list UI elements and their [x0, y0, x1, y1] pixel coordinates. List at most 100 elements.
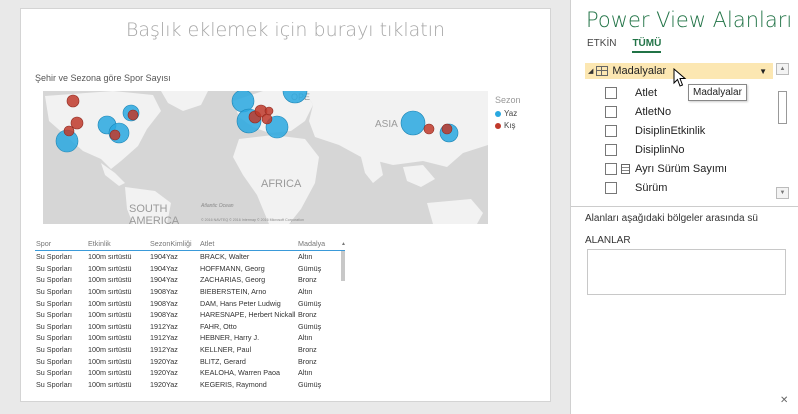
- map-bubble-summer[interactable]: [400, 110, 426, 136]
- table-row[interactable]: Su Sporları 100m sırtüstü 1920Yaz KEGERIS, …: [35, 379, 345, 391]
- map-bubble-winter[interactable]: [66, 94, 80, 108]
- map-bubble-winter[interactable]: [127, 109, 139, 121]
- map-visual[interactable]: OPE ASIA AFRICA SOUTH AMERICA Atlantic O…: [43, 91, 488, 224]
- legend-item-summer[interactable]: Yaz: [495, 109, 521, 118]
- map-label-south-america-1: SOUTH: [129, 203, 168, 215]
- field-checkbox[interactable]: [605, 181, 617, 194]
- map-bubble-winter[interactable]: [63, 125, 75, 137]
- cell-athlete: BLITZ, Gerard: [200, 356, 246, 366]
- legend-title: Sezon: [495, 95, 521, 105]
- cell-medal: Gümüş: [298, 379, 322, 389]
- cell-sport: Su Sporları: [36, 379, 72, 389]
- cell-sport: Su Sporları: [36, 333, 72, 343]
- field-checkbox[interactable]: [605, 105, 617, 118]
- map-bubble-winter[interactable]: [261, 113, 273, 125]
- cell-season-id: 1904Yaz: [150, 275, 178, 285]
- cell-event: 100m sırtüstü: [88, 310, 132, 320]
- cell-season-id: 1908Yaz: [150, 298, 178, 308]
- table-dropdown-icon[interactable]: ▼: [759, 67, 767, 76]
- map-bubble-winter[interactable]: [109, 129, 121, 141]
- table-scrollbar[interactable]: ▲: [341, 241, 346, 405]
- field-item[interactable]: Ayrı Sürüm Sayımı: [605, 159, 773, 178]
- cell-season-id: 1920Yaz: [150, 356, 178, 366]
- column-header-season-id[interactable]: SezonKimliği: [150, 239, 200, 248]
- calculator-icon: [621, 163, 630, 174]
- field-label: Sezon Kimliği: [635, 201, 702, 202]
- field-checkbox[interactable]: [605, 86, 617, 99]
- column-header-medal[interactable]: Madalya: [298, 239, 338, 248]
- scroll-down-button[interactable]: ▼: [776, 187, 789, 199]
- map-copyright: © 2016 NAVTEQ © 2016 Intermap © 2016 Mic…: [201, 218, 304, 222]
- cell-season-id: 1904Yaz: [150, 263, 178, 273]
- map-label-asia: ASIA: [375, 119, 398, 130]
- map-label-ocean: Atlantic Ocean: [200, 203, 234, 209]
- map-bubble-winter[interactable]: [264, 106, 274, 116]
- cell-event: 100m sırtüstü: [88, 287, 132, 297]
- cell-medal: Bronz: [298, 275, 317, 285]
- map-label-south-america-2: AMERICA: [129, 215, 180, 224]
- field-tooltip: Madalyalar: [688, 84, 747, 101]
- cell-sport: Su Sporları: [36, 356, 72, 366]
- field-list-panel: Power View Alanları ETKİN TÜMÜ ◢ Madalya…: [570, 0, 798, 414]
- table-scroll-thumb[interactable]: [341, 251, 345, 281]
- field-list-scrollbar[interactable]: ▲ ▼: [776, 63, 790, 203]
- cell-athlete: FAHR, Otto: [200, 321, 237, 331]
- field-item[interactable]: Sezon Kimliği: [605, 197, 773, 201]
- table-row[interactable]: Su Sporları 100m sırtüstü 1904Yaz BRACK, Wa…: [35, 251, 345, 263]
- close-icon[interactable]: ✕: [780, 395, 788, 406]
- fields-drop-zone[interactable]: [587, 249, 786, 295]
- field-checkbox[interactable]: [605, 143, 617, 156]
- column-header-sport[interactable]: Spor: [35, 239, 88, 248]
- legend-item-winter[interactable]: Kış: [495, 121, 521, 130]
- collapse-triangle-icon[interactable]: ◢: [588, 67, 593, 75]
- table-row[interactable]: Su Sporları 100m sırtüstü 1904Yaz ZACHARIAS…: [35, 274, 345, 286]
- world-map: OPE ASIA AFRICA SOUTH AMERICA Atlantic O…: [43, 91, 488, 224]
- scroll-up-button[interactable]: ▲: [776, 63, 789, 75]
- cell-athlete: HEBNER, Harry J.: [200, 333, 260, 343]
- tab-all-fields[interactable]: TÜMÜ: [632, 38, 662, 53]
- field-label: Sürüm: [635, 181, 668, 194]
- map-title: Şehir ve Sezona göre Spor Sayısı: [35, 73, 171, 83]
- field-checkbox[interactable]: [605, 162, 617, 175]
- cell-athlete: ZACHARIAS, Georg: [200, 275, 266, 285]
- table-row[interactable]: Su Sporları 100m sırtüstü 1912Yaz KELLNER, …: [35, 344, 345, 356]
- column-header-athlete[interactable]: Atlet: [200, 239, 298, 248]
- field-checkbox[interactable]: [605, 200, 617, 201]
- scroll-up-icon[interactable]: ▲: [341, 241, 346, 247]
- table-row[interactable]: Su Sporları 100m sırtüstü 1908Yaz DAM, Hans…: [35, 297, 345, 309]
- map-legend: Sezon Yaz Kış: [495, 95, 521, 133]
- field-item[interactable]: AtletNo: [605, 102, 773, 121]
- cell-medal: Bronz: [298, 345, 317, 355]
- cell-sport: Su Sporları: [36, 321, 72, 331]
- field-item[interactable]: Sürüm: [605, 178, 773, 197]
- cell-sport: Su Sporları: [36, 263, 72, 273]
- title-placeholder[interactable]: Başlık eklemek için burayı tıklatın: [21, 19, 550, 41]
- cell-season-id: 1908Yaz: [150, 287, 178, 297]
- table-row[interactable]: Su Sporları 100m sırtüstü 1920Yaz BLITZ, Ge…: [35, 355, 345, 367]
- cell-season-id: 1912Yaz: [150, 345, 178, 355]
- cell-medal: Altın: [298, 252, 313, 262]
- field-item[interactable]: DisiplinNo: [605, 140, 773, 159]
- map-bubble-winter[interactable]: [423, 123, 435, 135]
- table-row[interactable]: Su Sporları 100m sırtüstü 1908Yaz BIEBERSTE…: [35, 286, 345, 298]
- medal-table[interactable]: Spor Etkinlik SezonKimliği Atlet Madalya…: [35, 239, 345, 405]
- legend-dot-winter: [495, 122, 501, 129]
- cell-event: 100m sırtüstü: [88, 321, 132, 331]
- cell-athlete: KEALOHA, Warren Paoa: [200, 368, 281, 378]
- column-header-event[interactable]: Etkinlik: [88, 239, 150, 248]
- field-item[interactable]: DisiplinEtkinlik: [605, 121, 773, 140]
- table-row[interactable]: Su Sporları 100m sırtüstü 1912Yaz FAHR, Ott…: [35, 321, 345, 333]
- table-row[interactable]: Su Sporları 100m sırtüstü 1920Yaz KEALOHA, …: [35, 367, 345, 379]
- field-checkbox[interactable]: [605, 124, 617, 137]
- cell-athlete: BRACK, Walter: [200, 252, 250, 262]
- table-row[interactable]: Su Sporları 100m sırtüstü 1904Yaz HOFFMANN,…: [35, 263, 345, 275]
- map-bubble-winter[interactable]: [70, 116, 84, 130]
- field-scroll-thumb[interactable]: [778, 91, 787, 124]
- map-bubble-winter[interactable]: [441, 123, 453, 135]
- tab-active-fields[interactable]: ETKİN: [587, 38, 616, 53]
- table-row[interactable]: Su Sporları 100m sırtüstü 1908Yaz HARESNAPE…: [35, 309, 345, 321]
- field-label: DisiplinNo: [635, 143, 685, 156]
- cell-medal: Altın: [298, 287, 313, 297]
- table-row[interactable]: Su Sporları 100m sırtüstü 1912Yaz HEBNER, H…: [35, 332, 345, 344]
- table-header: Spor Etkinlik SezonKimliği Atlet Madalya: [35, 239, 345, 251]
